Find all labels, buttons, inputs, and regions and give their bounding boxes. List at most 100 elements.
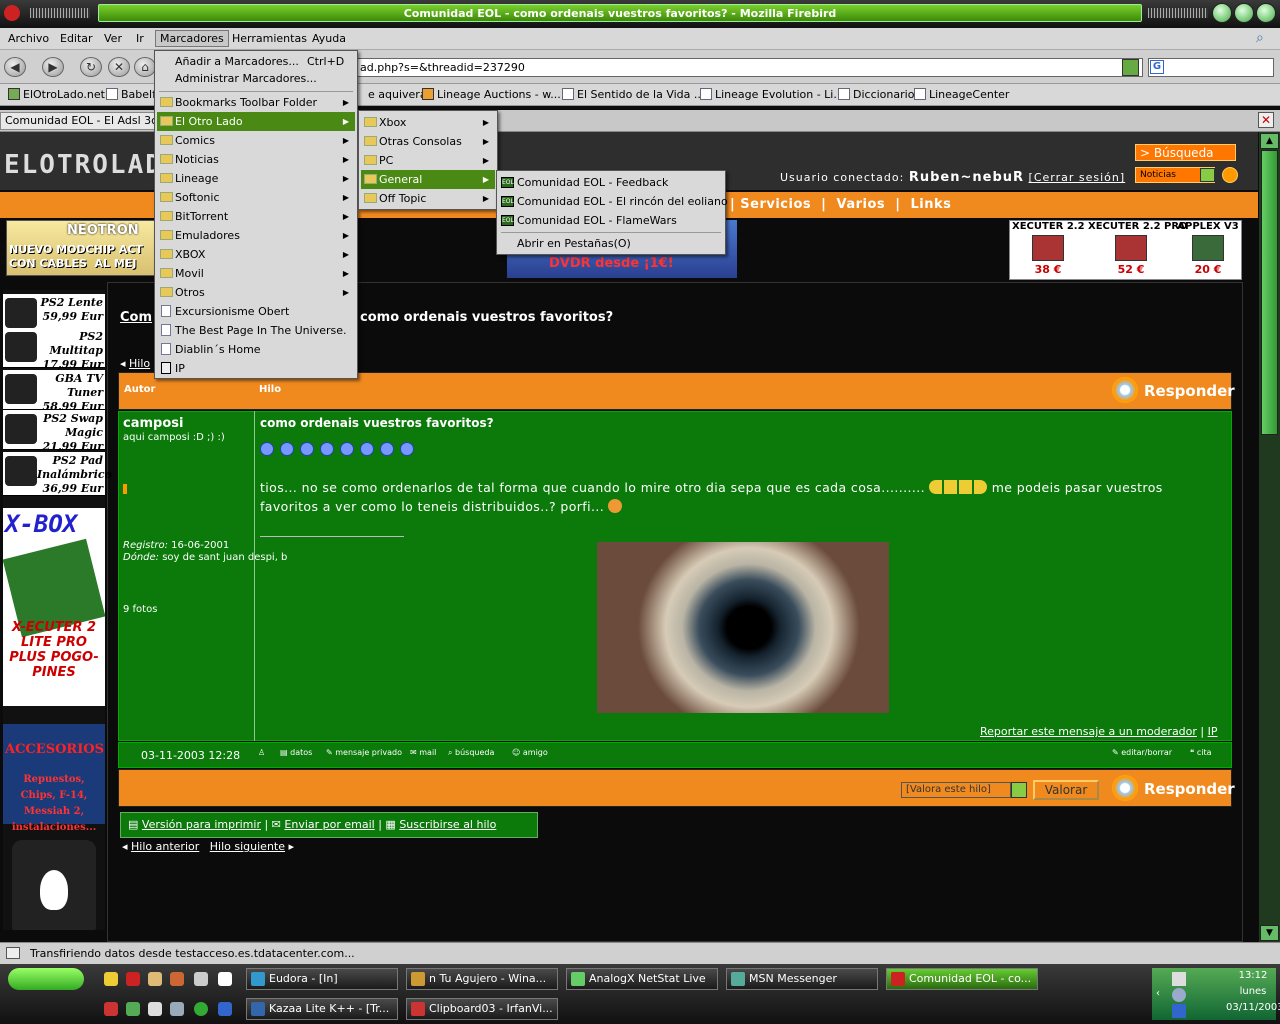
bookmark-item[interactable]: ElOtroLado.net	[8, 88, 105, 101]
taskbar-item[interactable]: Kazaa Lite K++ - [Tr...	[246, 998, 398, 1020]
menu-bookmark-diablin[interactable]: Diablin´s Home	[157, 340, 355, 359]
go-button[interactable]	[1222, 167, 1238, 183]
submenu-general[interactable]: General ▶	[361, 170, 495, 189]
menu-folder-noticias[interactable]: Noticias ▶	[157, 150, 355, 169]
home-button[interactable]: ⌂	[134, 57, 156, 77]
bookmark-item[interactable]: Diccionario	[838, 88, 914, 101]
tray-icon[interactable]	[1172, 988, 1186, 1002]
bookmark-item[interactable]: Lineage Auctions - w...	[422, 88, 561, 101]
menu-bookmark-excursionisme[interactable]: Excursionisme Obert	[157, 302, 355, 321]
taskbar-item[interactable]: AnalogX NetStat Live	[566, 968, 718, 990]
quote-link[interactable]: ❝ cita	[1190, 748, 1212, 757]
friend-link[interactable]: ☺ amigo	[512, 748, 548, 757]
taskbar-item[interactable]: MSN Messenger	[726, 968, 878, 990]
menu-ir[interactable]: Ir	[136, 32, 144, 45]
prev-thread-link[interactable]: Hilo	[129, 357, 150, 370]
tux-shirt-image[interactable]	[12, 840, 96, 930]
menu-bookmark-ip[interactable]: IP	[157, 359, 355, 378]
nav-links[interactable]: | Servicios | Varios | Links	[730, 197, 951, 212]
submenu-off-topic[interactable]: Off Topic ▶	[361, 189, 495, 208]
sidebar-product[interactable]: PS2 Pad Inalámbrico 36,99 Eur	[3, 452, 112, 496]
prev-thread-link[interactable]: Hilo anterior	[131, 840, 199, 853]
quicklaunch-icon[interactable]	[104, 972, 118, 986]
submenu-xbox[interactable]: Xbox ▶	[361, 113, 495, 132]
sidebar-product[interactable]: PS2 Swap Magic 21,99 Eur	[3, 410, 105, 453]
author-name[interactable]: camposi	[123, 416, 183, 431]
scroll-down-button[interactable]: ▼	[1260, 925, 1279, 941]
cd-icon[interactable]	[1112, 377, 1138, 403]
menu-folder-bittorrent[interactable]: BitTorrent ▶	[157, 207, 355, 226]
menu-ayuda[interactable]: Ayuda	[312, 32, 346, 45]
sidebar-product[interactable]: GBA TV Tuner 58,99 Eur	[3, 370, 105, 413]
quicklaunch-icon[interactable]	[218, 1002, 232, 1016]
modchip-banner[interactable]: XECUTER 2.2 38 € XECUTER 2.2 PRO 52 € APPL…	[1009, 220, 1242, 280]
rate-select[interactable]: [Valora este hilo]	[901, 782, 1011, 798]
reply-button[interactable]: Responder	[1144, 382, 1235, 400]
manage-bookmarks-item[interactable]: Administrar Marcadores...	[157, 69, 355, 88]
bookmark-eol-feedback[interactable]: EOL Comunidad EOL - Feedback	[499, 173, 723, 192]
tray-icon[interactable]	[1172, 1004, 1186, 1018]
minimize-button[interactable]	[1212, 3, 1232, 23]
reply-button-bottom[interactable]: Responder	[1144, 780, 1235, 798]
taskbar-item[interactable]: n Tu Agujero - Wina...	[406, 968, 558, 990]
neotron-banner[interactable]: NEOTRON NUEVO MODCHIP ACT CON CABLES AL …	[6, 220, 166, 276]
scrollbar-thumb[interactable]	[1261, 150, 1278, 435]
rate-button[interactable]: Valorar	[1033, 780, 1099, 800]
menu-folder-elotrolado[interactable]: El Otro Lado ▶	[157, 112, 355, 131]
search-button[interactable]: > Búsqueda	[1135, 144, 1236, 161]
bookmark-eol-rincon[interactable]: EOL Comunidad EOL - El rincón del eoliano	[499, 192, 728, 211]
google-icon[interactable]: G	[1150, 60, 1164, 74]
subscribe-link[interactable]: Suscribirse al hilo	[399, 818, 496, 831]
xbox-ad[interactable]: X-BOX X-ECUTER 2 LITE PRO PLUS POGO-PINE…	[2, 508, 106, 706]
pm-link[interactable]: ✎ mensaje privado	[326, 748, 402, 757]
tray-icon[interactable]	[1172, 972, 1186, 986]
quicklaunch-icon[interactable]	[170, 972, 184, 986]
back-button[interactable]: ◀	[4, 57, 26, 77]
cd-icon[interactable]	[1112, 775, 1138, 801]
bookmark-item[interactable]: Lineage Evolution - Li...	[700, 88, 844, 101]
edit-link[interactable]: ✎ editar/borrar	[1112, 748, 1172, 757]
mail-link[interactable]: ✉ mail	[410, 748, 436, 757]
ftp-icon[interactable]	[194, 972, 208, 986]
start-button[interactable]	[8, 968, 84, 990]
menu-editar[interactable]: Editar	[60, 32, 93, 45]
print-link[interactable]: Versión para imprimir	[142, 818, 261, 831]
notepad-icon[interactable]	[218, 972, 232, 986]
forward-button[interactable]: ▶	[42, 57, 64, 77]
maximize-button[interactable]	[1234, 3, 1254, 23]
menu-folder-toolbar[interactable]: Bookmarks Toolbar Folder ▶	[157, 93, 355, 112]
sidebar-product[interactable]: PS2 Multitap 17,99 Eur	[3, 328, 105, 371]
taskbar-item[interactable]: Clipboard03 - IrfanVi...	[406, 998, 558, 1020]
ip-link[interactable]: IP	[1208, 725, 1218, 738]
bookmark-item[interactable]: LineageCenter	[914, 88, 1009, 101]
menu-bookmark-bestpage[interactable]: The Best Page In The Universe.	[157, 321, 355, 340]
chevron-down-icon[interactable]	[1011, 782, 1027, 798]
menu-folder-lineage[interactable]: Lineage ▶	[157, 169, 355, 188]
taskbar-item-active[interactable]: Comunidad EOL - co...	[886, 968, 1038, 990]
prev-thread-top[interactable]: ◂ Hilo	[120, 357, 150, 370]
bookmark-item[interactable]: El Sentido de la Vida ...	[562, 88, 704, 101]
email-link[interactable]: Enviar por email	[284, 818, 374, 831]
quicklaunch-icon[interactable]	[126, 1002, 140, 1016]
stop-button[interactable]: ✕	[108, 57, 130, 77]
reload-button[interactable]: ↻	[80, 57, 102, 77]
menu-marcadores[interactable]: Marcadores	[155, 30, 229, 47]
menu-archivo[interactable]: Archivo	[8, 32, 49, 45]
datos-link[interactable]: ▤ datos	[280, 748, 312, 757]
next-thread-link[interactable]: Hilo siguiente	[210, 840, 285, 853]
url-input[interactable]: ad.php?s=&threadid=237290	[355, 58, 1143, 77]
search-input[interactable]	[1148, 58, 1274, 77]
menu-folder-emuladores[interactable]: Emuladores ▶	[157, 226, 355, 245]
quicklaunch-icon[interactable]	[148, 1002, 162, 1016]
submenu-otras-consolas[interactable]: Otras Consolas ▶	[361, 132, 495, 151]
logout-link[interactable]: [Cerrar sesión]	[1029, 171, 1126, 184]
menu-folder-movil[interactable]: Movil ▶	[157, 264, 355, 283]
search-link[interactable]: ⌕ búsqueda	[448, 748, 494, 758]
menu-folder-xbox[interactable]: XBOX ▶	[157, 245, 355, 264]
bookmark-eol-flamewars[interactable]: EOL Comunidad EOL - FlameWars	[499, 211, 723, 230]
quicklaunch-icon[interactable]	[170, 1002, 184, 1016]
title-bar[interactable]: Comunidad EOL - como ordenais vuestros f…	[0, 0, 1280, 28]
menu-herramientas[interactable]: Herramientas	[232, 32, 307, 45]
quicklaunch-icon[interactable]	[148, 972, 162, 986]
close-button[interactable]	[1256, 3, 1276, 23]
